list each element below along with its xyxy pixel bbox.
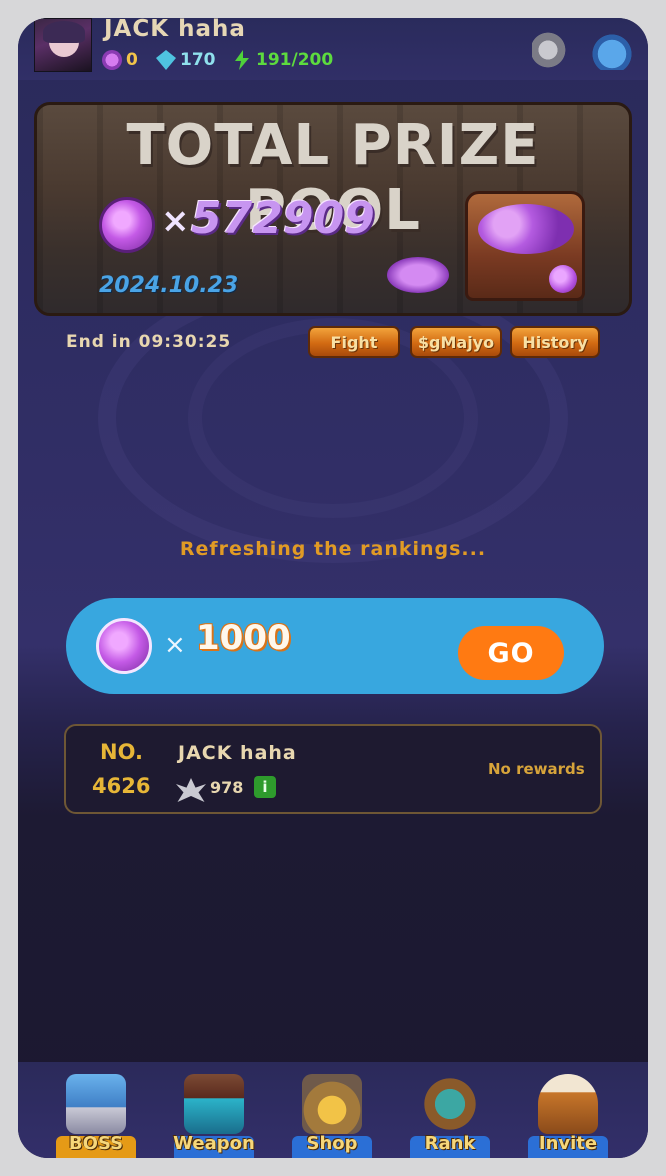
rank-no-label: NO.	[100, 740, 143, 764]
blue-diamond-icon	[156, 50, 176, 70]
rank-player-name: JACK haha	[178, 742, 297, 764]
nav-label: Rank	[424, 1133, 476, 1154]
purple-coin-icon	[549, 265, 577, 293]
nav-label: Weapon	[173, 1133, 255, 1154]
winged-badge-icon	[176, 778, 206, 802]
nav-item-boss[interactable]: BOSS	[48, 1062, 144, 1158]
entry-multiplier: ×	[164, 630, 186, 660]
bottom-nav: BOSS Weapon Shop Rank Invite	[18, 1062, 648, 1158]
gem-counter: 0	[102, 50, 138, 70]
info-icon[interactable]: i	[254, 776, 276, 798]
countdown-timer: End in 09:30:25	[66, 332, 232, 352]
player-name: JACK haha	[104, 18, 246, 42]
majyo-button[interactable]: $gMajyo	[410, 326, 502, 358]
purple-coin-icon	[96, 618, 152, 674]
prize-pool-banner: TOTAL PRIZE POOL × 572909 2024.10.23	[34, 102, 632, 316]
go-button[interactable]: GO	[458, 626, 564, 680]
history-button[interactable]: History	[510, 326, 600, 358]
beer-mug-icon	[538, 1074, 598, 1134]
top-bar: JACK haha 0 170 191/200	[18, 18, 648, 80]
rewards-status: No rewards	[488, 760, 585, 778]
nav-item-invite[interactable]: Invite	[520, 1062, 616, 1158]
nav-label: Shop	[306, 1133, 358, 1154]
diamond-count: 170	[180, 50, 216, 70]
nav-label: BOSS	[68, 1133, 124, 1154]
nav-item-rank[interactable]: Rank	[402, 1062, 498, 1158]
prize-multiplier: ×	[161, 201, 190, 241]
energy-counter: 191/200	[232, 50, 333, 70]
my-rank-card: NO. 4626 JACK haha 978 i No rewards	[64, 724, 602, 814]
avatar[interactable]	[34, 18, 92, 72]
gold-mine-icon	[302, 1074, 362, 1134]
prize-amount: 572909	[191, 193, 375, 244]
game-screen: JACK haha 0 170 191/200 TOTAL PRIZE POOL…	[18, 18, 648, 1158]
shield-crest-icon	[420, 1074, 480, 1134]
nav-item-weapon[interactable]: Weapon	[166, 1062, 262, 1158]
purple-gem-icon	[102, 50, 122, 70]
rank-number: 4626	[92, 774, 151, 798]
nav-label: Invite	[538, 1133, 598, 1154]
rank-score: 978	[210, 778, 244, 797]
entry-fee-bar: × 1000 GO	[66, 598, 604, 694]
potion-bag-icon[interactable]	[592, 30, 632, 70]
energy-count: 191/200	[256, 50, 334, 70]
nav-item-shop[interactable]: Shop	[284, 1062, 380, 1158]
diamond-counter: 170	[156, 50, 216, 70]
purple-coin-icon	[99, 197, 155, 253]
entry-amount: 1000	[196, 618, 291, 658]
fight-button[interactable]: Fight	[308, 326, 400, 358]
refreshing-status: Refreshing the rankings...	[179, 538, 487, 560]
prize-date: 2024.10.23	[99, 273, 239, 298]
green-lightning-icon	[235, 50, 249, 70]
coin-pile-icon	[387, 257, 449, 293]
castle-icon	[66, 1074, 126, 1134]
speaker-icon[interactable]	[532, 30, 572, 70]
portal-icon	[184, 1074, 244, 1134]
gem-count: 0	[126, 50, 138, 70]
